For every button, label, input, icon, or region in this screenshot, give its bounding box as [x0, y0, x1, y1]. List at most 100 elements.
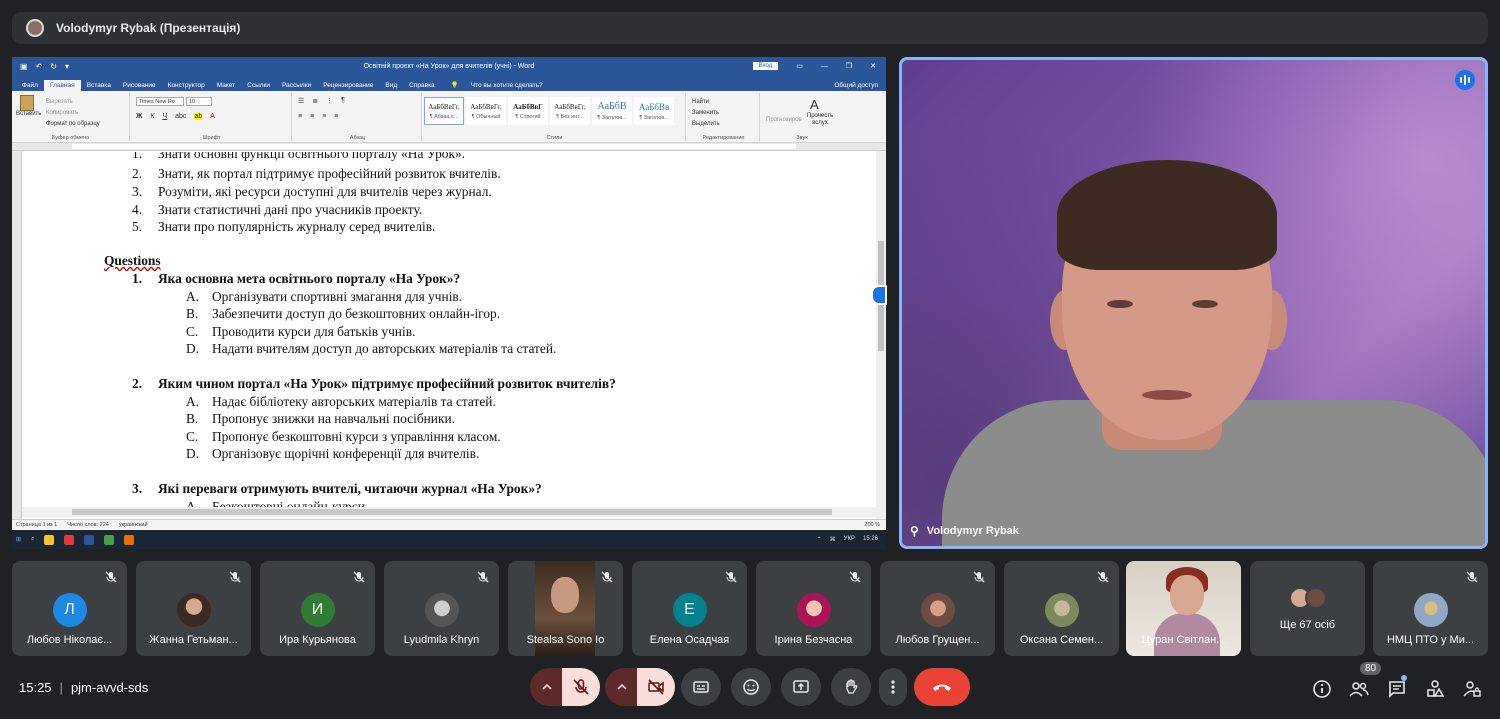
activities-button[interactable] — [1424, 678, 1446, 700]
tab-view[interactable]: Вид — [379, 80, 403, 91]
word-taskbar-icon[interactable] — [84, 534, 95, 545]
present-button[interactable] — [781, 668, 821, 706]
share-button[interactable]: Общий доступ — [828, 80, 886, 91]
tab-layout[interactable]: Макет — [211, 80, 241, 91]
leave-call-button[interactable] — [914, 668, 970, 706]
customize-icon[interactable]: ▾ — [65, 62, 69, 71]
more-participants-tile[interactable]: Ще 67 осіб — [1250, 561, 1365, 656]
tab-file[interactable]: Файл — [16, 80, 44, 91]
participant-tile[interactable]: Л Любов Ніколає... — [12, 561, 127, 656]
tab-review[interactable]: Рецензирование — [317, 80, 379, 91]
select-button[interactable]: Выделить — [692, 119, 720, 130]
more-options-button[interactable] — [879, 668, 907, 706]
network-icon[interactable]: ⌘ — [830, 536, 836, 543]
people-button[interactable] — [1348, 678, 1370, 700]
windows-start-icon[interactable]: ⊞ — [16, 536, 21, 543]
tray-arrow-icon[interactable]: ⌃ — [817, 536, 822, 543]
font-name-select[interactable]: Times New Ro — [136, 97, 184, 106]
participant-tile[interactable]: Stealsa Sono Io — [508, 561, 623, 656]
participant-tile[interactable]: Lyudmila Khryn — [384, 561, 499, 656]
show-marks-icon[interactable]: ¶ — [341, 97, 345, 105]
reactions-button[interactable] — [731, 668, 771, 706]
participant-tile[interactable]: Оксана Семен... — [1004, 561, 1119, 656]
page-count[interactable]: Страница 1 из 1 — [16, 522, 57, 528]
vertical-scrollbar[interactable] — [876, 151, 886, 519]
align-center-icon[interactable]: ≡ — [310, 113, 314, 120]
style-item[interactable]: АаБбВ ¶ Заголов... — [592, 97, 632, 125]
font-color-icon[interactable]: A — [210, 113, 215, 120]
captions-button[interactable] — [681, 668, 721, 706]
paste-button[interactable]: Вставить — [16, 95, 41, 117]
tray-lang[interactable]: УКР — [844, 536, 855, 543]
align-left-icon[interactable]: ≡ — [298, 113, 302, 120]
mic-toggle-button[interactable] — [562, 668, 600, 706]
tab-mailings[interactable]: Рассылки — [276, 80, 317, 91]
bullets-icon[interactable]: ☰ — [298, 97, 304, 105]
opera-icon[interactable] — [64, 534, 75, 545]
find-button[interactable]: Найти — [692, 97, 720, 108]
justify-icon[interactable]: ≡ — [334, 113, 338, 120]
video-options-button[interactable] — [605, 668, 639, 706]
cut-button[interactable]: Вырезать — [46, 97, 100, 108]
horizontal-ruler[interactable] — [12, 143, 886, 151]
camera-toggle-button[interactable] — [637, 668, 675, 706]
tab-insert[interactable]: Вставка — [81, 80, 117, 91]
participant-tile[interactable]: Любов Грущен... — [880, 561, 995, 656]
tray-clock[interactable]: 15:26 — [863, 536, 878, 543]
participant-tile[interactable]: Ірина Безчасна — [756, 561, 871, 656]
redo-icon[interactable]: ↻ — [50, 62, 57, 71]
speaker-tile[interactable]: ⚲ Volodymyr Rybak — [899, 57, 1488, 549]
word-count[interactable]: Число слов: 224 — [67, 522, 109, 528]
search-icon[interactable]: ⌕ — [31, 536, 34, 543]
chat-button[interactable] — [1386, 678, 1408, 700]
undo-icon[interactable]: ↶ — [36, 62, 43, 71]
meeting-details-button[interactable] — [1311, 678, 1333, 700]
chrome-icon[interactable] — [104, 534, 115, 545]
zoom-level[interactable]: 200 % — [864, 522, 886, 528]
host-controls-button[interactable] — [1461, 678, 1483, 700]
app-icon[interactable] — [124, 534, 135, 545]
document-area[interactable]: 1. Знати основні функції освітнього порт… — [12, 151, 886, 519]
restore-icon[interactable]: ❐ — [846, 62, 852, 70]
tab-help[interactable]: Справка — [403, 80, 441, 91]
ribbon-display-icon[interactable]: ▭ — [796, 62, 803, 70]
italic-icon[interactable]: К — [150, 113, 154, 120]
style-item[interactable]: АаБбВвГ ¶ Строгий — [508, 97, 548, 125]
read-aloud-icon[interactable]: A — [810, 97, 819, 112]
save-icon[interactable]: ▣ — [20, 62, 28, 71]
multilevel-icon[interactable]: ⋮ — [326, 97, 333, 105]
style-item[interactable]: АаБбВвГг, ¶ Обычный — [466, 97, 506, 125]
replace-button[interactable]: Заменить — [692, 108, 720, 119]
bold-icon[interactable]: Ж — [136, 113, 142, 120]
dictate-button[interactable]: Прогнозиров — [766, 117, 802, 123]
format-painter-button[interactable]: Формат по образцу — [46, 119, 100, 130]
horizontal-scrollbar[interactable] — [22, 507, 876, 517]
minimize-icon[interactable]: — — [821, 63, 828, 70]
audio-options-button[interactable] — [530, 668, 564, 706]
participant-tile[interactable]: И Ира Курьянова — [260, 561, 375, 656]
highlight-icon[interactable]: ab — [194, 113, 203, 120]
close-icon[interactable]: ✕ — [870, 62, 876, 70]
font-size-select[interactable]: 10 — [186, 97, 212, 106]
numbering-icon[interactable]: ≣ — [312, 97, 318, 105]
style-item[interactable]: АаБбВв ¶ Заголов... — [634, 97, 674, 125]
floating-assist-icon[interactable] — [871, 285, 887, 305]
raise-hand-button[interactable] — [831, 668, 871, 706]
signin-button[interactable]: Вход — [752, 62, 779, 70]
participant-tile[interactable]: Е Елена Осадчая — [632, 561, 747, 656]
participant-tile[interactable]: Цуран Світлан... — [1126, 561, 1241, 656]
language-status[interactable]: украинский — [119, 522, 148, 528]
tab-design[interactable]: Конструктор — [162, 80, 211, 91]
copy-button[interactable]: Копировать — [46, 108, 100, 119]
style-item[interactable]: АаБбВвГг, ¶ Абзац с... — [424, 97, 464, 125]
participant-tile[interactable]: Жанна Гетьман... — [136, 561, 251, 656]
underline-icon[interactable]: Ч — [162, 113, 167, 120]
strike-icon[interactable]: abc — [175, 113, 186, 120]
style-item[interactable]: АаБбВвГг, ¶ Без инт... — [550, 97, 590, 125]
participant-tile[interactable]: НМЦ ПТО у Ми... — [1373, 561, 1488, 656]
tab-references[interactable]: Ссылки — [241, 80, 276, 91]
tab-draw[interactable]: Рисование — [117, 80, 162, 91]
tell-me-input[interactable]: Что вы хотите сделать? — [465, 80, 549, 91]
pin-icon[interactable]: ⚲ — [910, 524, 919, 538]
tab-home[interactable]: Главная — [43, 80, 81, 91]
